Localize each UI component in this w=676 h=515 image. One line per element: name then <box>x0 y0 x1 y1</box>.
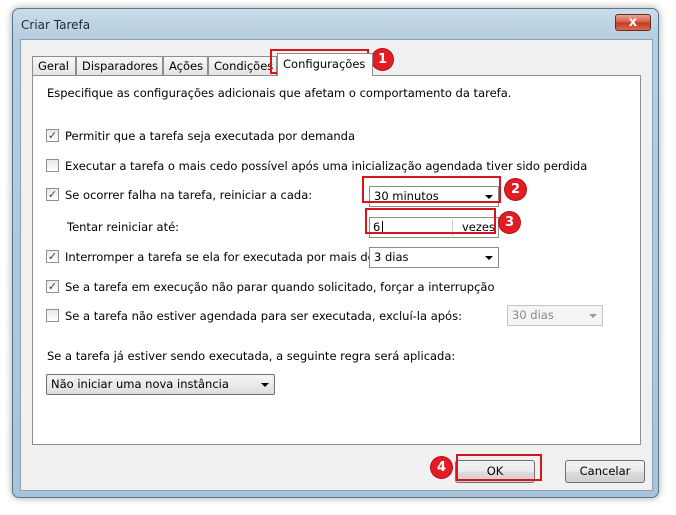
force-stop-label: Se a tarefa em execução não parar quando… <box>65 280 495 294</box>
restart-attempts-label: Tentar reiniciar até: <box>67 220 180 234</box>
delete-after-select[interactable]: 30 dias <box>507 305 603 326</box>
stop-duration-value: 3 dias <box>374 250 409 264</box>
tab-acoes[interactable]: Ações <box>163 56 208 75</box>
stop-if-longer-checkbox[interactable]: ✓ <box>46 250 59 263</box>
close-icon: x <box>628 15 638 30</box>
settings-panel: Especifique as configurações adicionais … <box>32 75 641 445</box>
check-icon: ✓ <box>47 188 58 201</box>
delete-after-value: 30 dias <box>512 308 554 322</box>
delete-after-label: Se a tarefa não estiver agendada para se… <box>65 309 462 323</box>
restart-on-fail-label: Se ocorrer falha na tarefa, reiniciar a … <box>65 188 313 202</box>
annotation-badge-2: 2 <box>505 179 526 200</box>
annotation-box-3 <box>365 208 496 234</box>
chevron-down-icon <box>589 314 597 318</box>
dialog-window: Criar Tarefa x Geral Disparadores Ações … <box>12 8 659 498</box>
description-text: Especifique as configurações adicionais … <box>47 86 512 100</box>
annotation-badge-3: 3 <box>499 212 520 233</box>
allow-on-demand-label: Permitir que a tarefa seja executada por… <box>65 129 356 143</box>
window-title: Criar Tarefa <box>21 18 91 32</box>
restart-on-fail-checkbox[interactable]: ✓ <box>46 188 59 201</box>
annotation-badge-4: 4 <box>431 457 452 478</box>
chevron-down-icon <box>485 256 493 260</box>
tab-geral[interactable]: Geral <box>32 56 76 75</box>
tab-condicoes[interactable]: Condições <box>208 56 277 75</box>
allow-on-demand-checkbox[interactable]: ✓ <box>46 129 59 142</box>
rule-select[interactable]: Não iniciar uma nova instância <box>46 374 275 395</box>
chevron-down-icon <box>261 383 269 387</box>
stop-if-longer-label: Interromper a tarefa se ela for executad… <box>65 250 379 264</box>
cancel-button[interactable]: Cancelar <box>565 460 645 483</box>
tab-configuracoes[interactable]: Configurações <box>277 53 373 76</box>
close-button[interactable]: x <box>615 14 651 31</box>
stop-duration-select[interactable]: 3 dias <box>369 247 499 268</box>
delete-after-checkbox[interactable] <box>46 309 59 322</box>
dialog-client: Geral Disparadores Ações Condições Confi… <box>20 39 653 491</box>
check-icon: ✓ <box>47 129 58 142</box>
check-icon: ✓ <box>47 250 58 263</box>
annotation-box-2 <box>362 176 501 203</box>
run-asap-checkbox[interactable] <box>46 159 59 172</box>
force-stop-checkbox[interactable]: ✓ <box>46 280 59 293</box>
run-asap-label: Executar a tarefa o mais cedo possível a… <box>65 159 588 173</box>
rule-value: Não iniciar uma nova instância <box>51 377 229 391</box>
annotation-box-4 <box>456 454 542 481</box>
rule-label: Se a tarefa já estiver sendo executada, … <box>47 349 456 363</box>
check-icon: ✓ <box>47 280 58 293</box>
tab-disparadores[interactable]: Disparadores <box>76 56 163 75</box>
annotation-badge-1: 1 <box>372 49 393 70</box>
